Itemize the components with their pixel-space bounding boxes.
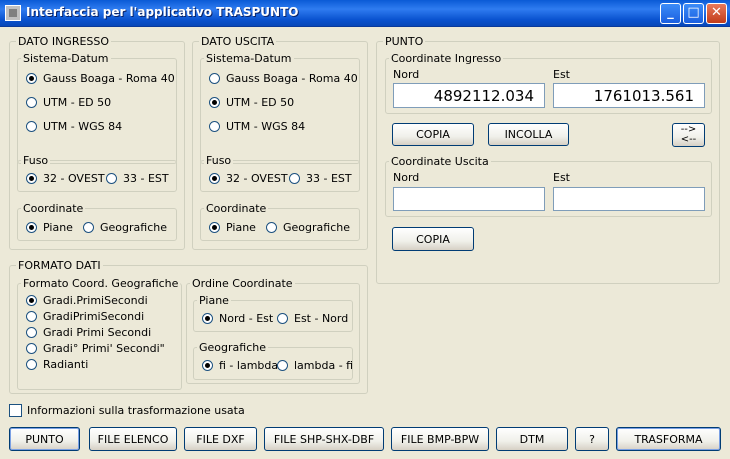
ordine-piane-title: Piane — [197, 294, 231, 307]
window-title: Interfaccia per l'applicativo TRASPUNTO — [26, 5, 299, 19]
punto-button[interactable]: PUNTO — [9, 427, 80, 451]
file-elenco-button[interactable]: FILE ELENCO — [89, 427, 177, 451]
formato-dati-group: FORMATO DATI Formato Coord. Geografiche … — [9, 259, 368, 394]
dato-ingresso-title: DATO INGRESSO — [16, 35, 112, 48]
uscita-est-field[interactable] — [553, 187, 705, 211]
ingresso-radio-piane[interactable]: Piane — [26, 221, 73, 235]
uscita-nord-field[interactable] — [393, 187, 545, 211]
uscita-radio-utm-ed50[interactable]: UTM - ED 50 — [209, 96, 294, 110]
dato-uscita-group: DATO USCITA Sistema-Datum Gauss Boaga - … — [192, 35, 368, 250]
ingresso-radio-fuso-33[interactable]: 33 - EST — [106, 172, 169, 186]
ingresso-coordinate-group: Coordinate Piane Geografiche — [17, 202, 177, 241]
dato-uscita-title: DATO USCITA — [199, 35, 277, 48]
ingresso-nord-field[interactable] — [393, 83, 545, 108]
coordinate-ingresso-title: Coordinate Ingresso — [389, 52, 504, 65]
ordine-coordinate-title: Ordine Coordinate — [190, 277, 295, 290]
ingresso-nord-label: Nord — [393, 68, 420, 81]
ingresso-fuso-group: Fuso 32 - OVEST 33 - EST — [17, 154, 177, 192]
radio-est-nord[interactable]: Est - Nord — [277, 312, 348, 326]
copia-uscita-button[interactable]: COPIA — [392, 227, 474, 251]
coordinate-uscita-group: Coordinate Uscita Nord Est — [385, 155, 712, 217]
ordine-geografiche-title: Geografiche — [197, 341, 268, 354]
uscita-radio-fuso-32[interactable]: 32 - OVEST — [209, 172, 288, 186]
ingresso-sistema-datum-group: Sistema-Datum Gauss Boaga - Roma 40 UTM … — [17, 52, 177, 164]
ingresso-radio-fuso-32[interactable]: 32 - OVEST — [26, 172, 105, 186]
swap-left-arrow: <-- — [680, 134, 697, 145]
ingresso-radio-utm-wgs84[interactable]: UTM - WGS 84 — [26, 120, 122, 134]
ordine-geografiche-group: Geografiche fi - lambda lambda - fi — [193, 341, 353, 380]
uscita-sistema-datum-title: Sistema-Datum — [204, 52, 294, 65]
dato-ingresso-group: DATO INGRESSO Sistema-Datum Gauss Boaga … — [9, 35, 185, 250]
info-trasformazione-checkbox[interactable]: Informazioni sulla trasformazione usata — [9, 404, 245, 417]
file-shp-shx-dbf-button[interactable]: FILE SHP-SHX-DBF — [264, 427, 384, 451]
title-bar[interactable]: Interfaccia per l'applicativo TRASPUNTO … — [0, 0, 730, 27]
ingresso-sistema-datum-title: Sistema-Datum — [21, 52, 111, 65]
trasforma-button[interactable]: TRASFORMA — [616, 427, 721, 451]
uscita-est-label: Est — [553, 171, 570, 184]
incolla-button[interactable]: INCOLLA — [488, 123, 569, 146]
coordinate-uscita-title: Coordinate Uscita — [389, 155, 491, 168]
uscita-radio-piane[interactable]: Piane — [209, 221, 256, 235]
ingresso-fuso-title: Fuso — [21, 154, 51, 167]
app-window: Interfaccia per l'applicativo TRASPUNTO … — [0, 0, 730, 459]
dtm-button[interactable]: DTM — [496, 427, 568, 451]
radio-gradi-primi-secondi[interactable]: Gradi Primi Secondi — [26, 326, 151, 340]
uscita-nord-label: Nord — [393, 171, 420, 184]
ingresso-coordinate-title: Coordinate — [21, 202, 86, 215]
swap-coordinates-button[interactable]: --> <-- — [672, 123, 705, 147]
copia-button[interactable]: COPIA — [392, 123, 474, 146]
uscita-radio-utm-wgs84[interactable]: UTM - WGS 84 — [209, 120, 305, 134]
uscita-fuso-title: Fuso — [204, 154, 234, 167]
radio-gradi-simboli[interactable]: Gradi° Primi' Secondi" — [26, 342, 165, 356]
coordinate-ingresso-group: Coordinate Ingresso Nord Est — [385, 52, 712, 114]
close-button[interactable]: ✕ — [706, 3, 727, 24]
uscita-radio-fuso-33[interactable]: 33 - EST — [289, 172, 352, 186]
radio-fi-lambda[interactable]: fi - lambda — [202, 359, 278, 373]
ingresso-est-field[interactable] — [553, 83, 705, 108]
ordine-piane-group: Piane Nord - Est Est - Nord — [193, 294, 353, 332]
radio-gradi-punto-primisecondi[interactable]: Gradi.PrimiSecondi — [26, 294, 148, 308]
punto-title: PUNTO — [383, 35, 426, 48]
uscita-radio-gauss-boaga[interactable]: Gauss Boaga - Roma 40 — [209, 72, 358, 86]
file-dxf-button[interactable]: FILE DXF — [184, 427, 257, 451]
radio-lambda-fi[interactable]: lambda - fi — [277, 359, 353, 373]
uscita-fuso-group: Fuso 32 - OVEST 33 - EST — [200, 154, 360, 192]
ingresso-radio-utm-ed50[interactable]: UTM - ED 50 — [26, 96, 111, 110]
uscita-coordinate-title: Coordinate — [204, 202, 269, 215]
formato-coord-group: Formato Coord. Geografiche Gradi.PrimiSe… — [17, 277, 182, 390]
file-bmp-bpw-button[interactable]: FILE BMP-BPW — [391, 427, 489, 451]
ingresso-est-label: Est — [553, 68, 570, 81]
formato-dati-title: FORMATO DATI — [16, 259, 103, 272]
uscita-radio-geografiche[interactable]: Geografiche — [266, 221, 350, 235]
maximize-button[interactable]: □ — [683, 3, 704, 24]
uscita-coordinate-group: Coordinate Piane Geografiche — [200, 202, 360, 241]
help-button[interactable]: ? — [575, 427, 609, 451]
uscita-sistema-datum-group: Sistema-Datum Gauss Boaga - Roma 40 UTM … — [200, 52, 360, 164]
punto-group: PUNTO Coordinate Ingresso Nord Est COPIA… — [376, 35, 720, 284]
minimize-button[interactable]: _ — [660, 3, 681, 24]
radio-gradiprimisecondi[interactable]: GradiPrimiSecondi — [26, 310, 144, 324]
radio-nord-est[interactable]: Nord - Est — [202, 312, 273, 326]
app-icon — [5, 5, 21, 21]
ingresso-radio-gauss-boaga[interactable]: Gauss Boaga - Roma 40 — [26, 72, 175, 86]
ordine-coordinate-group: Ordine Coordinate Piane Nord - Est Est -… — [186, 277, 360, 384]
radio-radianti[interactable]: Radianti — [26, 358, 88, 372]
formato-coord-title: Formato Coord. Geografiche — [21, 277, 181, 290]
ingresso-radio-geografiche[interactable]: Geografiche — [83, 221, 167, 235]
